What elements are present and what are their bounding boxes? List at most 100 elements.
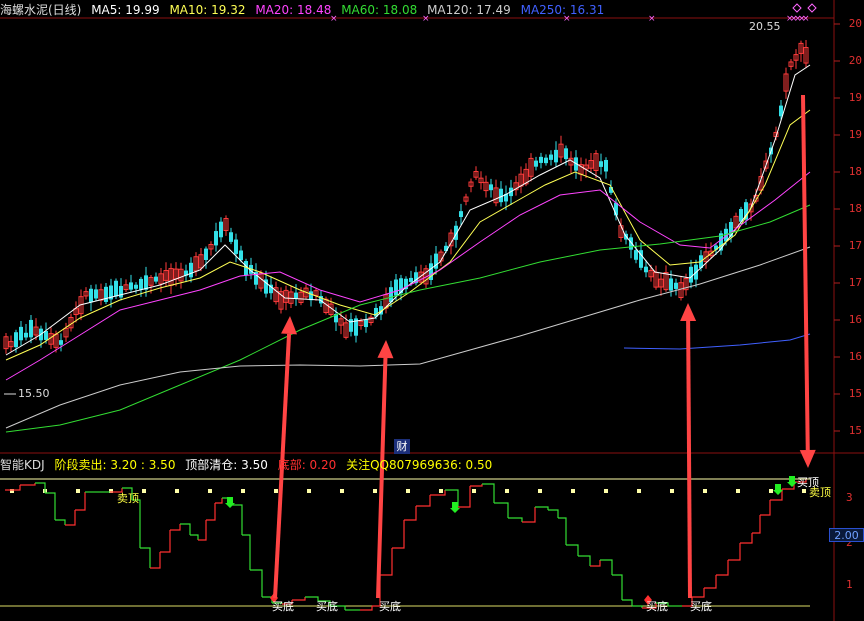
kdj-step [482,483,495,503]
candle-down [204,248,208,260]
buy-bottom-signal: 买底 [646,600,668,613]
finance-badge[interactable]: 财 [394,439,410,454]
candle-down [234,239,238,254]
ma250-line [623,333,811,350]
level-3.2-dot [76,489,80,493]
candle-down [564,148,568,160]
ma250-label: MA250: 16.31 [520,3,605,17]
candle-down [29,319,33,338]
level-3.2-dot [406,489,410,493]
candle-down [154,276,158,282]
level-3.2-dot [142,489,146,493]
candle-down [294,292,298,299]
price-tick: 16 [848,313,862,326]
sell-top-signal: 卖顶 [117,492,139,505]
price-tick: 15 [848,424,862,437]
level-3.2-dot [439,489,443,493]
indicator-item: 关注QQ807969636: 0.50 [346,458,493,472]
kdj-step [404,506,417,521]
candle-down [144,275,148,290]
kdj-step [250,569,263,597]
price-tick: 15 [848,387,862,400]
kdj-step [535,506,549,510]
annotation-arrow [376,357,388,599]
ma10-label: MA10: 19.32 [169,3,246,17]
candle-down [459,211,463,218]
buy-bottom-signal: 买底 [316,600,338,613]
candle-down [394,279,398,296]
candle-down [114,280,118,297]
kdj-step [548,509,559,518]
kdj-step [632,605,643,608]
candle-down [189,262,193,278]
price-high-label: 20.55 [749,20,781,33]
level-3.2-dot [307,489,311,493]
candle-down [599,161,603,167]
annotation-arrow-head [680,303,697,322]
level-3.2-dot [505,489,509,493]
candle-down [239,250,243,261]
level-3.2-dot [373,489,377,493]
kdj-step [612,574,623,600]
level-3.2-dot [241,489,245,493]
candle-down [24,332,28,338]
candle-down [644,266,648,273]
indicator-title: 智能KDJ [0,458,45,472]
kdj-step [150,552,161,569]
buy-bottom-signal: 买底 [690,600,712,613]
level-3.2-dot [274,489,278,493]
kdj-step [190,534,199,540]
kdj-step [692,588,705,598]
ma5-label: MA5: 19.99 [91,3,160,17]
kdj-step [622,599,633,606]
kdj-step [55,519,66,525]
kdj-step [242,534,251,570]
kdj-step [578,555,591,566]
kdj-step [558,517,567,545]
candle-down [214,231,218,246]
kdj-step [566,544,579,556]
kdj-step [590,560,601,567]
level-3.2-dot [604,489,608,493]
candle-down [134,284,138,289]
candle-down [549,154,553,160]
kdj-step [232,504,243,535]
candle-down [104,286,108,302]
candle-down [364,319,368,328]
kdj-step [392,520,405,549]
level-3.2-dot [703,489,707,493]
kdj-step [215,498,223,504]
kdj-step [494,502,509,518]
candle-down [499,188,503,203]
kdj-step [75,492,86,511]
stock-chart[interactable]: × × × × ××××× [0,0,864,621]
candle-down [554,149,558,163]
candle-down [14,332,18,348]
diamond-marker [807,3,817,13]
stock-title: 海螺水泥(日线) [0,3,82,17]
kdj-step [65,510,76,526]
annotation-arrow-head [377,340,394,359]
kdj-step [470,484,483,487]
indicator-tick: 1 [846,578,853,591]
candle-down [59,340,63,345]
indicator-item: 底部: 0.20 [277,458,337,472]
kdj-step [600,559,613,575]
candle-down [389,287,393,303]
kdj-step [416,495,431,507]
candle-down [544,157,548,164]
kdj-step [160,530,171,553]
kdj-step [140,547,151,568]
candle-down [139,278,143,290]
level-badge: 2.00 [829,528,864,542]
candle-down [219,221,223,238]
candle-down [669,278,673,291]
level-3.2-dot [637,489,641,493]
indicator-header: 智能KDJ 阶段卖出: 3.20 : 3.50 顶部清仓: 3.50 底部: 0… [0,456,498,473]
kdj-step [760,500,771,516]
kdj-step [508,517,523,522]
candle-down [129,282,133,290]
top-marker: × [802,14,810,24]
green-arrow [225,497,235,508]
kdj-step [728,543,741,561]
